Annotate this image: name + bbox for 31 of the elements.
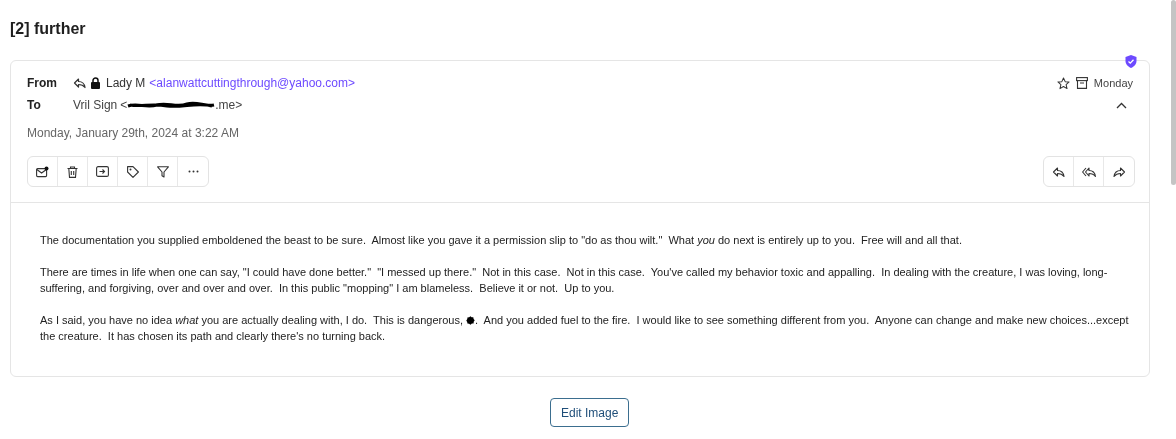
lock-icon	[90, 77, 101, 89]
sender-name: Lady M	[106, 75, 146, 92]
archive-icon[interactable]	[1075, 77, 1088, 89]
shield-check-icon	[1125, 55, 1137, 68]
redaction-blot	[466, 316, 476, 325]
forward-icon	[1112, 165, 1126, 178]
reply-icon	[73, 77, 86, 89]
envelope-icon	[36, 165, 49, 178]
sent-date: Monday, January 29th, 2024 at 3:22 AM	[27, 125, 240, 142]
to-label: To	[27, 97, 42, 114]
reply-all-icon	[1081, 165, 1096, 178]
edit-image-button[interactable]: Edit Image	[550, 398, 630, 427]
from-label: From	[27, 75, 58, 92]
folder-arrow-icon	[96, 166, 109, 177]
message-paragraph: The documentation you supplied emboldened the beast to be sure. Almost like you gave it a permission slip to "do as thou wilt." What you do next is entirely up to you. Free will and all that.	[40, 233, 963, 248]
chevron-up-icon[interactable]	[1116, 101, 1127, 109]
more-icon	[187, 170, 199, 173]
recipient-address-end: .me>	[215, 97, 243, 114]
star-icon[interactable]	[1056, 76, 1070, 90]
scrollbar[interactable]	[1171, 0, 1176, 185]
filter-icon	[156, 165, 169, 178]
date-label: Monday	[1093, 75, 1133, 91]
page-heading: [2] further	[10, 19, 86, 39]
recipient-name: Vril Sign	[73, 97, 118, 114]
message-paragraph: As I said, you have no idea what you are actually dealing with, I do. This is dangerous, . And you added fuel to the fire. I would like to see something different from you. Anyone can change and make new choices...except the creature. It has chosen its path and clearly there's no turning back.	[40, 313, 1129, 344]
trash-icon	[67, 165, 78, 178]
sender-address[interactable]: <alanwattcuttingthrough@yahoo.com>	[149, 74, 355, 92]
tag-icon	[126, 165, 139, 178]
address-bracket: <	[120, 97, 128, 114]
message-paragraph: There are times in life when one can say, "I could have done better." "I messed up there." Not in this case. Not in this case. You've called my behavior toxic and appalling. In dealing with the creature, I was loving, long-suffering, and forgiving, over and over and over. In this public "mopping" I am blameless. Believe it or not. Up to you.	[40, 265, 1109, 296]
reply-icon	[1052, 165, 1065, 178]
